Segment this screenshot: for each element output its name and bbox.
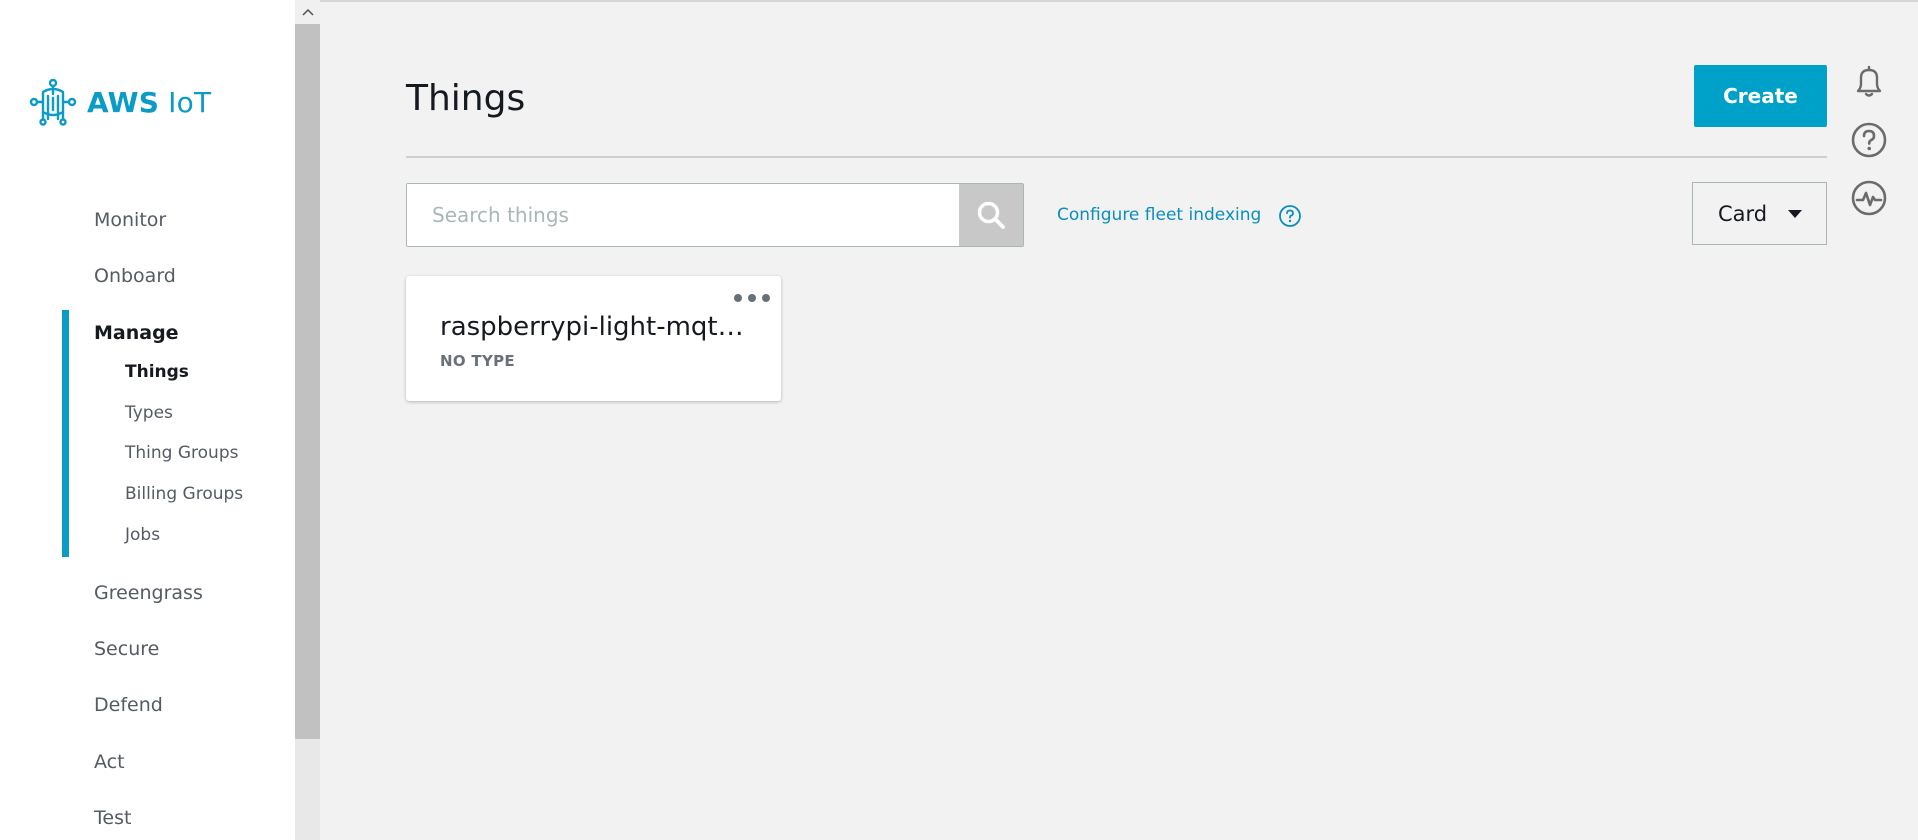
create-button[interactable]: Create [1694, 65, 1827, 127]
more-dots-icon [762, 294, 770, 302]
manage-active-indicator [62, 310, 69, 557]
search-button[interactable] [959, 184, 1023, 246]
pulse-icon [1851, 180, 1887, 216]
help-button[interactable] [1849, 120, 1889, 160]
thing-name[interactable]: raspberrypi-light-mqtt-thing [440, 312, 745, 342]
help-circle-icon [1279, 205, 1301, 227]
sidebar-item-defend[interactable]: Defend [94, 694, 163, 716]
sidebar-item-test[interactable]: Test [94, 807, 131, 829]
sidebar-item-greengrass[interactable]: Greengrass [94, 582, 203, 604]
sidebar-subitem-billing-groups[interactable]: Billing Groups [125, 484, 243, 504]
sidebar-item-manage[interactable]: Manage [94, 322, 179, 344]
fleet-indexing-help[interactable] [1278, 204, 1302, 232]
more-dots-icon [734, 294, 742, 302]
sidebar-item-onboard[interactable]: Onboard [94, 265, 176, 287]
notifications-button[interactable] [1849, 62, 1889, 102]
sidebar-subitem-types[interactable]: Types [125, 403, 173, 423]
sidebar-subitem-things[interactable]: Things [125, 362, 189, 382]
configure-fleet-indexing-link[interactable]: Configure fleet indexing [1057, 205, 1261, 225]
sidebar-item-secure[interactable]: Secure [94, 638, 159, 660]
more-dots-icon [748, 294, 756, 302]
app-window: AWS IoT Monitor Onboard Manage Things Ty… [0, 0, 1918, 840]
chevron-up-icon [301, 8, 314, 16]
search-icon [977, 201, 1005, 229]
bell-icon [1856, 65, 1882, 97]
logo-text: AWS IoT [87, 85, 212, 119]
page-title: Things [406, 78, 526, 119]
sidebar-subitem-thing-groups[interactable]: Thing Groups [125, 443, 238, 463]
search-input[interactable] [407, 184, 959, 246]
aws-iot-logo[interactable]: AWS IoT [29, 78, 211, 126]
aws-iot-logo-icon [29, 78, 77, 126]
sidebar-item-act[interactable]: Act [94, 751, 125, 773]
health-status-button[interactable] [1849, 178, 1889, 218]
caret-down-icon [1788, 210, 1802, 218]
sidebar-item-monitor[interactable]: Monitor [94, 209, 166, 231]
sidebar-subitem-jobs[interactable]: Jobs [125, 525, 160, 545]
header-divider [406, 156, 1827, 158]
help-circle-icon [1851, 122, 1887, 158]
view-mode-select[interactable]: Card [1692, 182, 1827, 245]
sidebar-scrollbar[interactable] [295, 0, 320, 840]
thing-card[interactable]: raspberrypi-light-mqtt-thing NO TYPE [406, 276, 781, 401]
sidebar: AWS IoT Monitor Onboard Manage Things Ty… [0, 0, 295, 840]
view-mode-selected: Card [1718, 201, 1768, 226]
search-box [406, 183, 1024, 247]
thing-type: NO TYPE [440, 352, 515, 370]
card-actions-menu[interactable] [734, 288, 770, 308]
main-content: Things Create Configure fleet indexing C… [320, 0, 1918, 840]
scroll-up-arrow[interactable] [295, 0, 320, 24]
scrollbar-thumb[interactable] [295, 24, 320, 739]
